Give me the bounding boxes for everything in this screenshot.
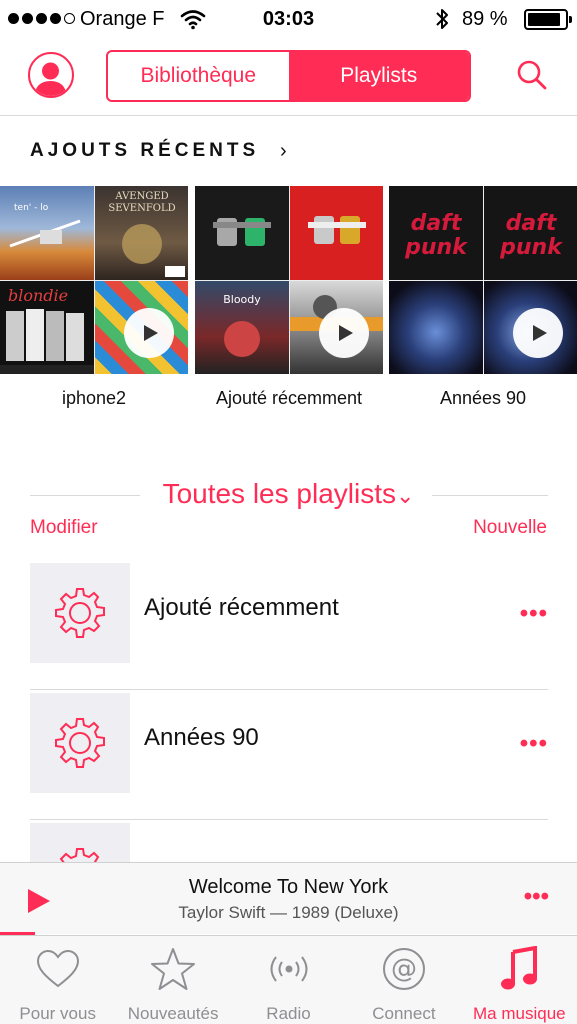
svg-text:@: @	[391, 954, 417, 984]
album-art: daft punk	[483, 186, 577, 280]
playlist-name: Ajouté récemment	[144, 594, 339, 621]
playlist-row[interactable]: Années 90 •••	[30, 690, 548, 820]
svg-text:blondie: blondie	[8, 286, 68, 305]
album-art: ten' - lo	[0, 186, 94, 280]
person-icon	[34, 62, 67, 96]
tab-my-music[interactable]: Ma musique	[462, 936, 577, 1024]
chevron-down-icon: ⌄	[396, 483, 415, 508]
tab-label: Connect	[372, 1004, 436, 1023]
album-title: iphone2	[61, 388, 127, 408]
battery-icon	[524, 9, 572, 30]
play-icon	[339, 325, 353, 341]
more-options-button[interactable]: •••	[524, 883, 549, 911]
tab-label: Ma musique	[473, 1004, 566, 1023]
recent-album-card[interactable]: daft punk daft punk Années 90	[389, 186, 577, 410]
radio-icon	[264, 946, 314, 992]
recent-albums-carousel: ten' - lo AVENGED SEVENFOLD blondie iphon…	[0, 186, 577, 436]
tab-new[interactable]: Nouveautés	[115, 936, 230, 1024]
tab-label: Nouveautés	[127, 1004, 219, 1023]
svg-text:daft: daft	[505, 211, 557, 236]
smart-playlist-artwork	[30, 563, 130, 663]
profile-button[interactable]	[28, 52, 74, 98]
album-art: daft punk	[389, 186, 483, 280]
new-playlist-button[interactable]: Nouvelle	[473, 517, 547, 539]
music-note-icon	[494, 946, 544, 992]
heart-icon	[33, 946, 83, 992]
album-art	[389, 280, 483, 374]
smart-playlist-artwork	[30, 693, 130, 793]
album-title: Ajouté récemment	[215, 388, 363, 408]
recent-additions-heading[interactable]: AJOUTS RÉCENTS	[30, 140, 259, 162]
status-bar: Orange F 03:03 89 %	[0, 0, 577, 40]
search-icon	[517, 60, 547, 90]
tab-label: Pour vous	[19, 1004, 96, 1023]
bluetooth-icon	[434, 7, 450, 37]
gear-icon	[55, 718, 105, 768]
all-playlists-title: Toutes les playlists	[162, 478, 396, 509]
more-options-button[interactable]: •••	[520, 730, 548, 758]
tab-radio[interactable]: Radio	[231, 936, 346, 1024]
album-art: blondie	[0, 280, 94, 374]
star-icon	[148, 946, 198, 992]
all-playlists-dropdown[interactable]: Toutes les playlists⌄	[0, 478, 577, 510]
album-cover-mosaic[interactable]: ten' - lo AVENGED SEVENFOLD blondie	[0, 186, 188, 374]
tab-label: Radio	[266, 1004, 311, 1023]
album-art: AVENGED SEVENFOLD	[94, 186, 188, 280]
now-playing-subtitle: Taylor Swift — 1989 (Deluxe)	[178, 903, 399, 922]
album-art: Bloody	[195, 280, 289, 374]
battery-percent: 89 %	[462, 8, 508, 30]
album-art	[289, 186, 383, 280]
segment-playlists[interactable]: Playlists	[288, 52, 469, 100]
tab-for-you[interactable]: Pour vous	[0, 936, 115, 1024]
header-bar: Bibliothèque Playlists	[0, 40, 577, 116]
edit-button[interactable]: Modifier	[30, 517, 98, 539]
play-button[interactable]	[513, 308, 563, 358]
playlist-name: Années 90	[144, 724, 259, 751]
svg-text:ten' - lo: ten' - lo	[14, 203, 49, 213]
play-icon	[144, 325, 158, 341]
mini-player[interactable]: Welcome To New York Taylor Swift — 1989 …	[0, 862, 577, 935]
svg-text:punk: punk	[499, 235, 563, 260]
segment-library[interactable]: Bibliothèque	[108, 52, 289, 100]
gear-icon	[55, 588, 105, 638]
svg-text:AVENGED: AVENGED	[114, 191, 168, 202]
tab-bar: Pour vous Nouveautés Radio @ Connect Ma …	[0, 935, 577, 1024]
chevron-right-icon[interactable]: ›	[280, 140, 287, 163]
tab-connect[interactable]: @ Connect	[346, 936, 461, 1024]
album-title: Années 90	[439, 388, 527, 408]
recent-album-card[interactable]: ten' - lo AVENGED SEVENFOLD blondie iphon…	[0, 186, 188, 410]
search-button[interactable]	[515, 58, 549, 92]
library-playlists-segmented-control: Bibliothèque Playlists	[106, 50, 471, 102]
recent-album-card[interactable]: Bloody Ajouté récemment	[195, 186, 383, 410]
album-cover-mosaic[interactable]: daft punk daft punk	[389, 186, 577, 374]
album-art	[195, 186, 289, 280]
play-button[interactable]	[124, 308, 174, 358]
album-cover-mosaic[interactable]: Bloody	[195, 186, 383, 374]
svg-text:Bloody: Bloody	[223, 293, 261, 306]
play-icon	[533, 325, 547, 341]
svg-text:daft: daft	[411, 211, 463, 236]
play-button[interactable]	[319, 308, 369, 358]
more-options-button[interactable]: •••	[520, 600, 548, 628]
svg-text:punk: punk	[404, 235, 468, 260]
at-icon: @	[379, 946, 429, 992]
playlist-row[interactable]: Ajouté récemment •••	[30, 560, 548, 690]
now-playing-title: Welcome To New York	[188, 876, 389, 898]
svg-text:SEVENFOLD: SEVENFOLD	[108, 203, 175, 214]
